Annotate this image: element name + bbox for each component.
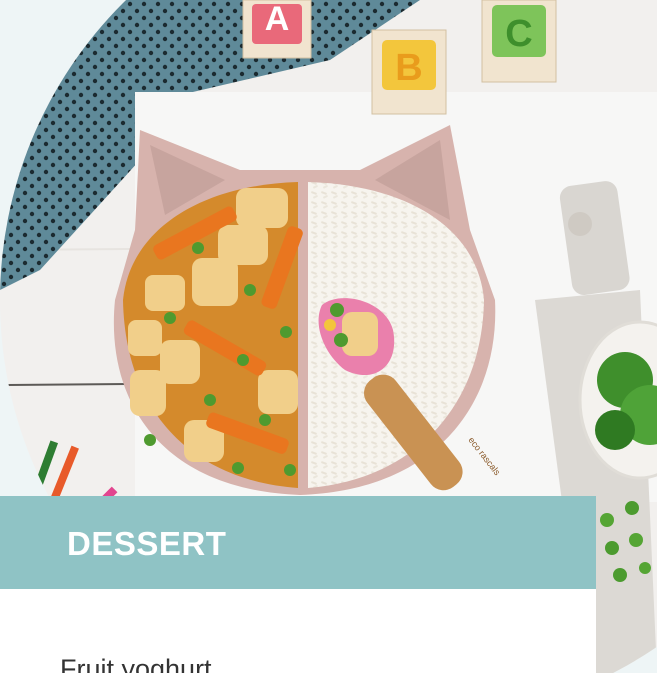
block-letter-b: B — [395, 47, 422, 89]
block-letter-c: C — [505, 13, 532, 55]
block-letter-a: A — [265, 0, 290, 38]
menu-item: Fruit yoghurt — [60, 654, 212, 673]
menu-card: Fruit yoghurt — [0, 589, 596, 673]
section-title: DESSERT — [67, 525, 227, 562]
